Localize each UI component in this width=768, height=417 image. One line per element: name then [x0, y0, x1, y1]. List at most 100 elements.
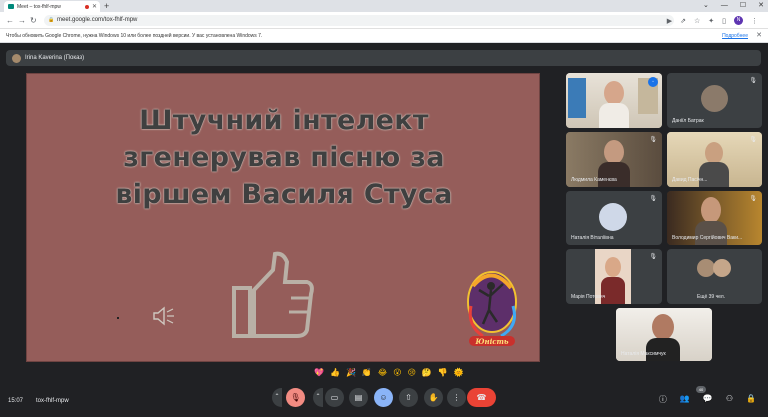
reaction-heart[interactable]: 💖 — [314, 368, 324, 377]
update-infobar: Чтобы обновить Google Chrome, нужна Wind… — [0, 29, 768, 43]
reaction-thumbs-up[interactable]: 👍 — [330, 368, 340, 377]
browser-tab[interactable]: Meet – tox-fhlf-mpw ✕ — [4, 1, 100, 12]
host-controls-icon[interactable]: 🔒 — [746, 394, 756, 405]
window-controls: ⌄ — ☐ ✕ — [703, 0, 764, 12]
url-text: meet.google.com/tox-fhlf-mpw — [57, 17, 138, 23]
reaction-laugh[interactable]: 😂 — [378, 368, 387, 377]
speaker-icon — [153, 306, 174, 326]
chat-icon[interactable]: 💬 — [703, 394, 713, 405]
address-bar[interactable]: 🔒 meet.google.com/tox-fhlf-mpw — [44, 15, 674, 26]
participant-name: Наталія Віталіївна — [571, 235, 614, 241]
meet-area: Irina Kaverina (Показ) Штучний інтелект … — [0, 43, 768, 417]
participant-name: Давид Пасічн... — [672, 177, 708, 183]
reaction-thumbs-down[interactable]: 👎 — [438, 368, 448, 377]
emoji-button[interactable]: ☺ — [374, 388, 393, 407]
reaction-surprised[interactable]: 😮 — [393, 368, 401, 377]
mic-off-icon: 🎙 — [649, 254, 657, 260]
activities-icon[interactable]: ⚇ — [726, 394, 733, 405]
slide-title-line: віршем Василя Стуса — [115, 179, 453, 210]
profile-avatar[interactable]: N — [734, 16, 743, 25]
close-infobar-icon[interactable]: ✕ — [756, 29, 762, 43]
minimize-button[interactable]: — — [721, 0, 728, 12]
lock-icon: 🔒 — [48, 17, 55, 23]
sidebar-icon[interactable]: ▯ — [722, 17, 726, 25]
presenter-avatar — [12, 53, 21, 63]
presentation-stage[interactable]: Штучний інтелект згенерував пісню за вір… — [26, 73, 540, 362]
tab-title: Meet – tox-fhlf-mpw — [17, 3, 61, 10]
new-tab-button[interactable]: + — [104, 0, 109, 12]
info-icon[interactable]: ⓘ — [659, 394, 667, 405]
reaction-sad[interactable]: 😢 — [408, 368, 416, 377]
avatar — [713, 259, 731, 277]
camera-toggle-button[interactable]: ▭ — [325, 388, 344, 407]
control-bar: 15:07 tox-fhlf-mpw ⌃ 🎙 ⌃ ▭ ▤ ☺ ⇧ ✋ ⋮ ☎ 4… — [0, 386, 768, 417]
mic-toggle-button[interactable]: 🎙 — [286, 388, 305, 407]
slide-title-line: Штучний інтелект — [139, 105, 429, 136]
slide-title-line: згенерував пісню за — [123, 142, 445, 173]
toolbar-icons: ▶ ⇗ ☆ ✦ ▯ N ⋮ — [667, 12, 758, 29]
present-button[interactable]: ⇧ — [399, 388, 418, 407]
meet-favicon-icon — [8, 4, 14, 9]
tab-strip: Meet – tox-fhlf-mpw ✕ + ⌄ — ☐ ✕ — [0, 0, 768, 12]
reactions-bar: 💖 👍 🎉 👏 😂 😮 😢 🤔 👎 🌞 — [314, 368, 464, 377]
reaction-thinking[interactable]: 🤔 — [422, 368, 432, 377]
participant-name: Даніїл Батрак — [672, 118, 704, 124]
more-participants-label: Ещё 39 чел. — [697, 294, 726, 300]
reaction-sun[interactable]: 🌞 — [454, 368, 464, 377]
svg-text:Юність: Юність — [474, 337, 508, 346]
participant-tile[interactable]: Наталія Максимчук — [616, 308, 712, 361]
menu-icon[interactable]: ⋮ — [751, 17, 758, 25]
avatar — [599, 203, 627, 231]
slide-title: Штучний інтелект згенерував пісню за вір… — [27, 102, 541, 213]
more-options-button[interactable]: ⋮ — [447, 388, 466, 407]
participant-name: Наталія Максимчук — [621, 351, 666, 357]
clock: 15:07 — [8, 398, 24, 404]
participant-tile[interactable]: 🎙 Володимир Сергійович Ваки... — [667, 191, 762, 245]
more-participants-tile[interactable]: Ещё 39 чел. — [667, 249, 762, 304]
thumbs-up-icon — [232, 251, 314, 338]
toolbar: ← → ↻ 🔒 meet.google.com/tox-fhlf-mpw ▶ ⇗… — [0, 12, 768, 29]
mouse-cursor — [117, 317, 119, 319]
mic-off-icon: 🎙 — [749, 78, 757, 84]
reaction-clap[interactable]: 👏 — [362, 368, 372, 377]
leave-call-button[interactable]: ☎ — [467, 388, 496, 407]
close-tab-icon[interactable]: ✕ — [92, 3, 97, 10]
recording-dot-icon — [84, 4, 89, 9]
chevron-down-icon[interactable]: ⌄ — [703, 0, 709, 12]
participant-name: Володимир Сергійович Ваки... — [672, 235, 743, 241]
camera-options-chevron-icon[interactable]: ⌃ — [313, 388, 323, 407]
back-button[interactable]: ← — [6, 12, 14, 29]
mic-off-icon: 🎙 — [749, 196, 757, 202]
people-icon[interactable]: 👥 — [680, 394, 690, 405]
mic-off-icon: 🎙 — [749, 137, 757, 143]
meeting-code: tox-fhlf-mpw — [36, 398, 69, 404]
raise-hand-button[interactable]: ✋ — [424, 388, 443, 407]
learn-more-link[interactable]: Подробнее — [722, 29, 748, 43]
share-icon[interactable]: ⇗ — [680, 17, 686, 25]
participant-tile[interactable]: 🎙 Давид Пасічн... — [667, 132, 762, 187]
forward-button[interactable]: → — [18, 12, 26, 29]
mic-off-icon: 🎙 — [649, 137, 657, 143]
participant-tile[interactable]: 🎙 Даніїл Батрак — [667, 73, 762, 128]
speaking-indicator-icon: ◦ — [648, 77, 658, 87]
reaction-party[interactable]: 🎉 — [346, 368, 356, 377]
camera-indicator-icon[interactable]: ▶ — [667, 17, 672, 25]
maximize-button[interactable]: ☐ — [740, 0, 746, 12]
participant-tile[interactable]: 🎙 Людмила Каменєва — [566, 132, 662, 187]
participant-name: Марія Потович — [571, 294, 606, 300]
mic-options-chevron-icon[interactable]: ⌃ — [272, 388, 282, 407]
avatar — [701, 85, 728, 112]
participant-tile[interactable]: 🎙 Марія Потович — [566, 249, 662, 304]
mic-off-icon: 🎙 — [649, 196, 657, 202]
yunist-logo: Юність — [467, 271, 517, 346]
bookmark-star-icon[interactable]: ☆ — [694, 17, 700, 25]
extensions-icon[interactable]: ✦ — [708, 17, 714, 25]
presenter-name: Irina Kaverina (Показ) — [25, 55, 85, 61]
close-window-button[interactable]: ✕ — [758, 0, 764, 12]
right-controls: ⓘ 👥 💬 ⚇ 🔒 — [659, 394, 756, 405]
captions-button[interactable]: ▤ — [349, 388, 368, 407]
participant-tile-self[interactable]: ◦ — [566, 73, 662, 128]
participant-tile[interactable]: 🎙 Наталія Віталіївна — [566, 191, 662, 245]
people-count-badge: 40 — [696, 386, 706, 393]
reload-button[interactable]: ↻ — [30, 12, 37, 29]
